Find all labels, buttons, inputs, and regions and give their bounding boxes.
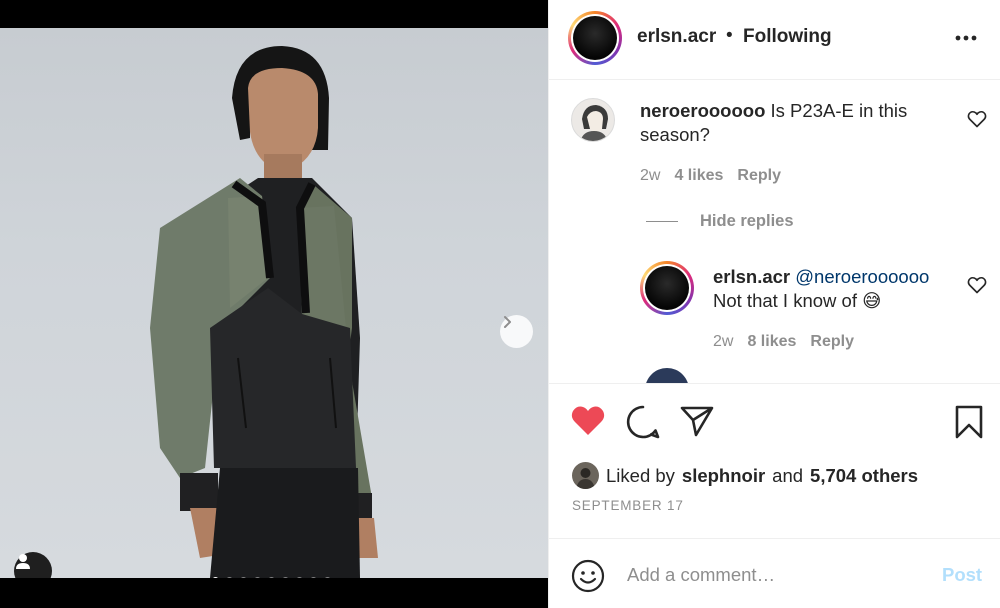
carousel-dot (310, 577, 317, 578)
carousel-dot (226, 577, 233, 578)
smiley-icon[interactable] (571, 559, 605, 593)
carousel-dot (240, 577, 247, 578)
replies-divider-line (646, 221, 678, 222)
carousel-dot (324, 577, 331, 578)
avatar-illustration (580, 105, 608, 141)
reply-author-avatar[interactable] (640, 261, 694, 315)
reply-like-heart-icon[interactable] (967, 276, 987, 294)
post-comment-button[interactable]: Post (942, 564, 982, 586)
carousel-indicator (212, 577, 331, 578)
post-date[interactable]: SEPTEMBER 17 (572, 498, 684, 513)
carousel-dot (296, 577, 303, 578)
carousel-next-button[interactable] (500, 315, 533, 348)
liker-avatar[interactable] (572, 462, 599, 489)
hide-replies-label: Hide replies (700, 212, 794, 230)
reply-text: Not that I know of 😅 (713, 290, 882, 311)
comment-username[interactable]: neroeroooooo (640, 100, 765, 121)
carousel-dot (254, 577, 261, 578)
reply-meta: 2w 8 likes Reply (713, 333, 854, 351)
heart-icon[interactable] (570, 405, 606, 437)
post-photo[interactable] (0, 28, 548, 578)
commenter-avatar[interactable] (571, 98, 615, 142)
liker-avatar-illustration (572, 462, 599, 489)
model-photo-illustration (150, 46, 378, 578)
user-tag-icon (16, 554, 30, 569)
next-reply-avatar[interactable] (645, 368, 689, 383)
comment-input[interactable] (627, 559, 927, 591)
reply-body: erlsn.acr @neroeroooooo Not that I know … (713, 265, 953, 313)
liked-by-user[interactable]: slephnoir (682, 465, 765, 487)
share-icon[interactable] (679, 404, 715, 438)
comment-likes[interactable]: 4 likes (674, 167, 723, 185)
following-button[interactable]: Following (743, 26, 832, 48)
comment-reply-button[interactable]: Reply (737, 167, 781, 185)
author-avatar[interactable] (568, 11, 622, 65)
comment-icon[interactable] (625, 404, 661, 440)
post-info-panel: erlsn.acr • Following neroeroooooo Is P2… (548, 0, 1000, 608)
carousel-dot (282, 577, 289, 578)
reply-username[interactable]: erlsn.acr (713, 266, 790, 287)
author-username[interactable]: erlsn.acr (637, 26, 716, 48)
post-header: erlsn.acr • Following (549, 0, 1000, 80)
chevron-right-icon (504, 316, 511, 328)
liked-by-others[interactable]: 5,704 others (810, 465, 918, 487)
comments-list[interactable]: neroeroooooo Is P23A-E in this season? 2… (549, 81, 1000, 383)
carousel-dot (268, 577, 275, 578)
bookmark-icon[interactable] (954, 404, 984, 440)
reply-mention-link[interactable]: @neroeroooooo (795, 266, 929, 287)
add-comment-bar: Post (549, 538, 1000, 608)
comment-meta: 2w 4 likes Reply (640, 167, 781, 185)
post-media (0, 0, 548, 608)
reply-reply-button[interactable]: Reply (810, 333, 854, 351)
header-separator: • (726, 25, 733, 46)
reply-likes[interactable]: 8 likes (747, 333, 796, 351)
more-horizontal-icon[interactable] (953, 28, 979, 48)
liked-by-conjunction: and (772, 464, 804, 486)
comment-like-heart-icon[interactable] (967, 110, 987, 128)
carousel-dot (212, 577, 219, 578)
liked-by-prefix: Liked by (606, 464, 675, 486)
liked-by-summary: Liked by slephnoir and 5,704 others (572, 462, 918, 489)
reply-time: 2w (713, 333, 734, 350)
hide-replies-button[interactable]: Hide replies (646, 212, 794, 231)
post-actions: Liked by slephnoir and 5,704 others SEPT… (549, 383, 1000, 538)
comment-time: 2w (640, 167, 661, 184)
comment-body: neroeroooooo Is P23A-E in this season? (640, 99, 960, 147)
